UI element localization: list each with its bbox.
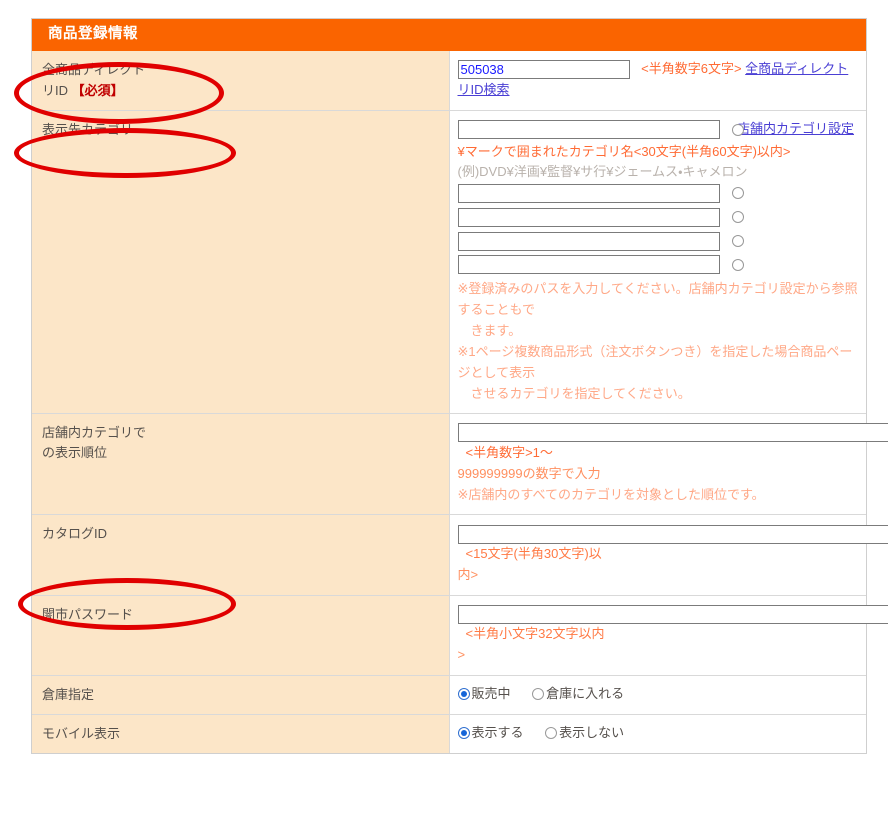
category-path-input-3[interactable] (457, 207, 720, 227)
category-note-1-line1: ※登録済みのパスを入力してください。店舗内カテゴリ設定から参照することもで (457, 281, 858, 318)
category-path-input-2[interactable] (457, 183, 720, 203)
warehouse-option-on-sale[interactable]: 販売中 (457, 684, 511, 705)
catalog-id-input[interactable] (457, 524, 888, 544)
radio-filled-icon[interactable] (457, 727, 470, 740)
category-radio-3[interactable] (732, 211, 745, 224)
yamiichi-password-label: 闇市パスワード (32, 594, 450, 676)
warehouse-option-on-sale-label: 販売中 (471, 685, 511, 701)
category-input-row-5 (457, 254, 861, 275)
category-path-input-5[interactable] (457, 255, 720, 275)
page-root: 商品登録情報 全商品ディレクト リID 【必須】 <半角数字6文字> 全商品ディ… (0, 0, 888, 826)
display-order-value-cell: <半角数字>1〜 999999999の数字で入力 ※店舗内のすべてのカテゴリを対… (449, 413, 888, 515)
display-category-value-cell: 店舗内カテゴリ設定 ¥マークで囲まれたカテゴリ名<30文字(半角60文字)以内>… (449, 109, 866, 414)
category-format-hint: ¥マークで囲まれたカテゴリ名<30文字(半角60文字)以内> (457, 143, 791, 159)
section-title: 商品登録情報 (32, 19, 866, 52)
table-row-directory-id: 全商品ディレクト リID 【必須】 <半角数字6文字> 全商品ディレクトリID検… (32, 51, 866, 111)
directory-id-label: 全商品ディレクト リID 【必須】 (32, 51, 450, 111)
mobile-display-label: モバイル表示 (32, 713, 450, 754)
directory-id-label-line2: リID (42, 82, 69, 98)
product-registration-form: 商品登録情報 全商品ディレクト リID 【必須】 <半角数字6文字> 全商品ディ… (31, 18, 888, 755)
warehouse-value-cell: 販売中 倉庫に入れる (449, 674, 866, 715)
category-format-example: (例)DVD¥洋画¥監督¥サ行¥ジェームス・キャメロン (457, 164, 748, 180)
category-input-row-3 (457, 207, 861, 228)
display-order-label-line1: 店舗内カテゴリで (42, 425, 147, 441)
table-row-catalog-id: カタログID <15文字(半角30文字)以 内> (32, 514, 888, 596)
catalog-id-value-cell: <15文字(半角30文字)以 内> (449, 514, 888, 596)
catalog-id-hint-wrap: 内> (457, 567, 479, 583)
yamiichi-password-input[interactable] (457, 604, 888, 624)
mobile-display-option-hide-label: 表示しない (559, 725, 625, 741)
category-note-2-line2: させるカテゴリを指定してください。 (470, 386, 691, 402)
category-path-input-4[interactable] (457, 231, 720, 251)
warehouse-label: 倉庫指定 (32, 674, 450, 715)
display-order-label: 店舗内カテゴリで の表示順位 (32, 413, 450, 515)
mobile-display-value-cell: 表示する 表示しない (449, 713, 866, 754)
warehouse-option-store[interactable]: 倉庫に入れる (532, 684, 624, 705)
directory-id-label-line1: 全商品ディレクト (42, 62, 146, 78)
category-input-row-4 (457, 230, 861, 251)
display-order-note: ※店舗内のすべてのカテゴリを対象とした順位です。 (457, 487, 765, 503)
store-category-settings-link[interactable]: 店舗内カテゴリ設定 (737, 119, 854, 140)
directory-id-input[interactable] (457, 60, 630, 80)
radio-empty-icon[interactable] (532, 687, 545, 700)
radio-filled-icon[interactable] (457, 687, 470, 700)
required-badge: 【必須】 (71, 82, 124, 98)
category-radio-1[interactable] (732, 123, 745, 136)
display-category-label: 表示先カテゴリ (32, 109, 450, 414)
display-order-label-line2: の表示順位 (42, 445, 108, 461)
category-note-2-line1: ※1ページ複数商品形式（注文ボタンつき）を指定した場合商品ページとして表示 (457, 344, 853, 381)
directory-id-hint: <半角数字6文字> (641, 61, 742, 77)
category-input-row-1: 店舗内カテゴリ設定 (457, 119, 861, 140)
category-input-row-2 (457, 183, 861, 204)
yamiichi-password-hint: <半角小文字32文字以内 (465, 626, 605, 642)
category-note-1-line2: きます。 (470, 323, 522, 339)
catalog-id-hint: <15文字(半角30文字)以 (465, 546, 602, 562)
mobile-display-option-show-label: 表示する (471, 725, 524, 741)
display-order-hint: <半角数字>1〜 (465, 445, 553, 461)
mobile-display-option-show[interactable]: 表示する (457, 723, 524, 744)
table-row-display-category: 表示先カテゴリ 店舗内カテゴリ設定 ¥マークで囲まれたカテゴリ名<30文字(半角… (32, 109, 866, 414)
yamiichi-password-hint-wrap: > (457, 647, 466, 663)
mobile-display-option-hide[interactable]: 表示しない (545, 723, 624, 744)
display-order-input[interactable] (457, 423, 888, 443)
table-row-mobile-display: モバイル表示 表示する 表示しない (32, 713, 866, 754)
warehouse-option-store-label: 倉庫に入れる (546, 685, 625, 701)
catalog-id-label: カタログID (32, 514, 450, 596)
table-row-display-order: 店舗内カテゴリで の表示順位 <半角数字>1〜 999999999の数字で入力 … (32, 413, 888, 515)
category-path-input-1[interactable] (457, 120, 720, 140)
registration-table: 商品登録情報 全商品ディレクト リID 【必須】 <半角数字6文字> 全商品ディ… (32, 19, 888, 754)
directory-id-value-cell: <半角数字6文字> 全商品ディレクトリID検索 (449, 51, 866, 111)
table-row-yamiichi-password: 闇市パスワード <半角小文字32文字以内 > (32, 594, 888, 676)
category-note-2: ※1ページ複数商品形式（注文ボタンつき）を指定した場合商品ページとして表示 させ… (458, 341, 861, 404)
category-radio-2[interactable] (732, 187, 745, 200)
table-row-warehouse: 倉庫指定 販売中 倉庫に入れる (32, 674, 866, 715)
category-radio-4[interactable] (732, 235, 745, 247)
category-radio-5[interactable] (732, 258, 745, 271)
section-header-row: 商品登録情報 (32, 19, 866, 52)
display-order-hint-line2: 999999999の数字で入力 (457, 465, 601, 481)
radio-empty-icon[interactable] (545, 727, 558, 740)
yamiichi-password-value-cell: <半角小文字32文字以内 > (449, 594, 888, 676)
category-note-1: ※登録済みのパスを入力してください。店舗内カテゴリ設定から参照することもで きま… (458, 278, 861, 341)
